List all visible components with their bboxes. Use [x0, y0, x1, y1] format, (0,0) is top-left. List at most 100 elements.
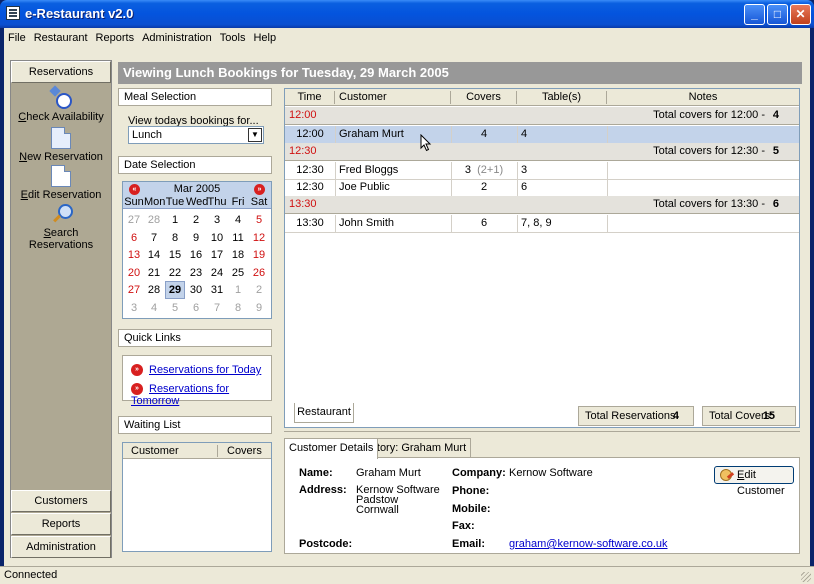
- calendar-day[interactable]: 7: [144, 229, 164, 247]
- menu-tools[interactable]: Tools: [216, 28, 250, 48]
- edit-person-icon: [720, 469, 732, 481]
- splitter[interactable]: [284, 431, 800, 434]
- menu-help[interactable]: Help: [249, 28, 280, 48]
- total-reservations-value: 4: [672, 410, 679, 422]
- maximize-button[interactable]: □: [767, 4, 788, 25]
- group-header-row[interactable]: 13:30 Total covers for 13:30 - 6: [285, 196, 799, 214]
- col-covers[interactable]: Covers: [227, 445, 262, 457]
- col-customer[interactable]: Customer: [131, 445, 179, 457]
- calendar-day[interactable]: 7: [207, 299, 227, 317]
- group-header-row[interactable]: 12:00 Total covers for 12:00 - 4: [285, 107, 799, 125]
- calendar-day[interactable]: 14: [144, 246, 164, 264]
- calendar-day[interactable]: 30: [186, 281, 206, 299]
- calendar-day[interactable]: 16: [186, 246, 206, 264]
- menu-reports[interactable]: Reports: [92, 28, 139, 48]
- calendar-day[interactable]: 19: [249, 246, 269, 264]
- calendar-month: Mar 2005: [173, 183, 221, 195]
- resize-grip[interactable]: [801, 572, 811, 582]
- table-row[interactable]: 12:00 Graham Murt 4 4: [285, 126, 799, 144]
- meal-selection-header: Meal Selection: [118, 88, 272, 106]
- table-row[interactable]: 12:30 Joe Public 2 6: [285, 179, 799, 197]
- calendar-day[interactable]: 21: [144, 264, 164, 282]
- check-availability-item[interactable]: Check Availability: [11, 87, 111, 123]
- reservations-tomorrow-link[interactable]: Reservations for Tomorrow: [131, 383, 229, 407]
- calendar-day[interactable]: 4: [144, 299, 164, 317]
- col-customer[interactable]: Customer: [335, 91, 451, 104]
- calendar-day[interactable]: 24: [207, 264, 227, 282]
- quick-link[interactable]: » Reservations for Today: [131, 364, 261, 377]
- tab-customer-details[interactable]: Customer Details: [284, 438, 379, 459]
- next-month-button[interactable]: »: [254, 184, 265, 195]
- postcode-label: Postcode:: [299, 538, 353, 550]
- bookings-grid[interactable]: Time Customer Covers Table(s) Notes 12:0…: [284, 88, 800, 428]
- group-total-label: Total covers for 13:30 -: [653, 198, 765, 210]
- calendar-day[interactable]: 17: [207, 246, 227, 264]
- calendar-day[interactable]: 9: [249, 299, 269, 317]
- menu-administration[interactable]: Administration: [138, 28, 216, 48]
- calendar-day[interactable]: 10: [207, 229, 227, 247]
- cell-divider: [517, 162, 518, 180]
- customers-nav-button[interactable]: Customers: [11, 490, 111, 512]
- chevron-down-icon[interactable]: ▼: [248, 128, 262, 142]
- col-notes[interactable]: Notes: [607, 91, 799, 104]
- calendar-day[interactable]: 22: [165, 264, 185, 282]
- table-row[interactable]: 12:30 Fred Bloggs 3 (2+1) 3: [285, 162, 799, 180]
- dow-label: Sat: [250, 196, 268, 208]
- calendar-day[interactable]: 2: [186, 211, 206, 229]
- calendar-day[interactable]: 15: [165, 246, 185, 264]
- calendar-day[interactable]: 3: [124, 299, 144, 317]
- edit-reservation-item[interactable]: Edit Reservation: [11, 165, 111, 201]
- calendar-day[interactable]: 20: [124, 264, 144, 282]
- calendar-day[interactable]: 3: [207, 211, 227, 229]
- col-covers[interactable]: Covers: [451, 91, 517, 104]
- calendar-day[interactable]: 28: [144, 281, 164, 299]
- calendar-day[interactable]: 13: [124, 246, 144, 264]
- calendar-day[interactable]: 27: [124, 211, 144, 229]
- calendar-day[interactable]: 29: [165, 281, 185, 299]
- waiting-list[interactable]: Customer Covers: [122, 442, 272, 552]
- calendar-day[interactable]: 25: [228, 264, 248, 282]
- calendar-day[interactable]: 1: [165, 211, 185, 229]
- menu-file[interactable]: File: [4, 28, 30, 48]
- calendar-day[interactable]: 6: [124, 229, 144, 247]
- calendar-day[interactable]: 8: [165, 229, 185, 247]
- calendar-day[interactable]: 27: [124, 281, 144, 299]
- tab-restaurant[interactable]: Restaurant: [294, 403, 354, 423]
- quick-link[interactable]: » Reservations for Tomorrow: [131, 383, 271, 407]
- calendar-day[interactable]: 18: [228, 246, 248, 264]
- meal-select[interactable]: Lunch ▼: [128, 126, 264, 144]
- document-icon: [51, 165, 71, 187]
- calendar-day[interactable]: 23: [186, 264, 206, 282]
- email-link[interactable]: graham@kernow-software.co.uk: [509, 538, 668, 550]
- calendar-day[interactable]: 1: [228, 281, 248, 299]
- administration-nav-button[interactable]: Administration: [11, 536, 111, 558]
- reservations-today-link[interactable]: Reservations for Today: [149, 364, 261, 376]
- calendar-day[interactable]: 28: [144, 211, 164, 229]
- search-reservations-item[interactable]: Search Reservations: [11, 203, 111, 251]
- menu-restaurant[interactable]: Restaurant: [30, 28, 92, 48]
- table-row[interactable]: 13:30 John Smith 6 7, 8, 9: [285, 215, 799, 233]
- minimize-button[interactable]: _: [744, 4, 765, 25]
- reports-nav-button[interactable]: Reports: [11, 513, 111, 535]
- new-reservation-item[interactable]: New Reservation: [11, 127, 111, 163]
- group-header-row[interactable]: 12:30 Total covers for 12:30 - 5: [285, 143, 799, 161]
- col-tables[interactable]: Table(s): [517, 91, 607, 104]
- close-button[interactable]: ✕: [790, 4, 811, 25]
- col-time[interactable]: Time: [285, 91, 335, 104]
- calendar-day[interactable]: 9: [186, 229, 206, 247]
- calendar-day[interactable]: 5: [249, 211, 269, 229]
- dow-label: Tue: [165, 196, 185, 208]
- calendar-day[interactable]: 11: [228, 229, 248, 247]
- calendar-day[interactable]: 31: [207, 281, 227, 299]
- calendar-day[interactable]: 6: [186, 299, 206, 317]
- edit-customer-button[interactable]: Edit Customer: [714, 466, 794, 497]
- calendar-day[interactable]: 5: [165, 299, 185, 317]
- calendar-day[interactable]: 2: [249, 281, 269, 299]
- arrow-right-icon: »: [131, 364, 143, 377]
- calendar-day[interactable]: 12: [249, 229, 269, 247]
- calendar-day[interactable]: 8: [228, 299, 248, 317]
- calendar-day[interactable]: 26: [249, 264, 269, 282]
- prev-month-button[interactable]: «: [129, 184, 140, 195]
- calendar-day[interactable]: 4: [228, 211, 248, 229]
- reservations-nav-button[interactable]: Reservations: [11, 61, 111, 83]
